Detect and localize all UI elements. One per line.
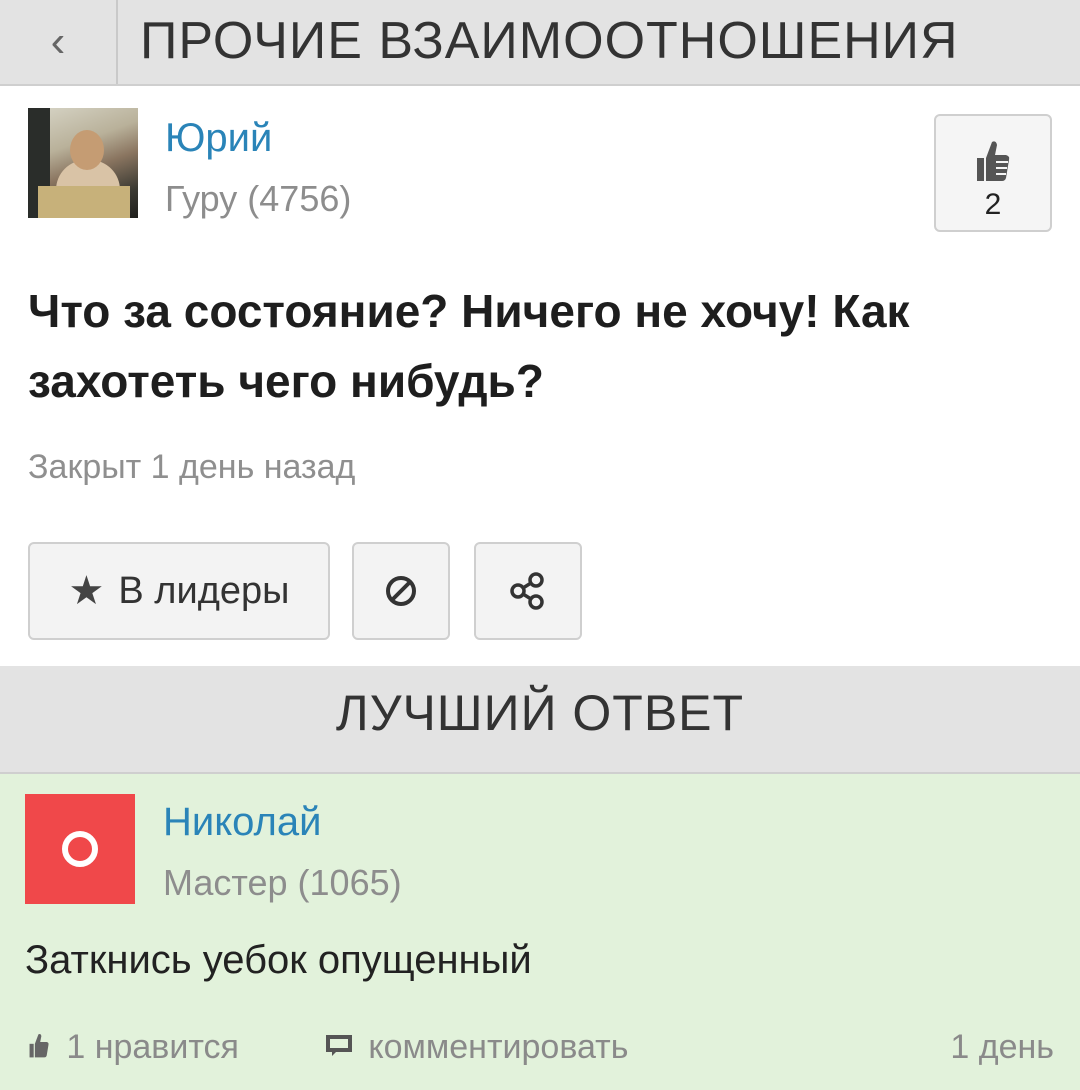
answerer-rank: Мастер (1065): [163, 862, 402, 903]
question-text: Что за состояние? Ничего не хочу! Как за…: [28, 285, 910, 407]
ok-logo-icon: [62, 831, 98, 867]
chevron-left-icon: ‹: [50, 17, 66, 66]
comment-button[interactable]: комментировать: [326, 1028, 628, 1067]
answerer-name-link[interactable]: Николай: [163, 800, 321, 845]
like-count: 2: [984, 188, 1002, 221]
report-button[interactable]: [352, 542, 450, 640]
author-rank: Гуру (4756): [165, 178, 352, 219]
author-name-link[interactable]: Юрий: [165, 116, 272, 161]
to-leaders-button[interactable]: ★ В лидеры: [28, 542, 330, 640]
category-title: ПРОЧИЕ ВЗАИМООТНОШЕНИЯ: [140, 12, 959, 70]
answer-text: Заткнись уебок опущенный: [25, 938, 532, 982]
back-button[interactable]: ‹: [0, 0, 118, 84]
best-answer-header: ЛУЧШИЙ ОТВЕТ: [0, 666, 1080, 774]
question-like-button[interactable]: 2: [934, 114, 1052, 232]
avatar[interactable]: [28, 108, 138, 218]
answer-like-label: 1 нравится: [66, 1028, 239, 1066]
thumbs-up-icon: [28, 1032, 58, 1065]
comment-icon: [326, 1032, 360, 1065]
share-button[interactable]: [474, 542, 582, 640]
answerer-avatar[interactable]: [25, 794, 135, 904]
thumbs-up-icon: [936, 138, 1050, 193]
comment-label: комментировать: [368, 1028, 629, 1066]
question-status: Закрыт 1 день назад: [28, 448, 356, 486]
share-icon: [510, 572, 544, 610]
best-answer-title: ЛУЧШИЙ ОТВЕТ: [335, 685, 745, 741]
to-leaders-label: В лидеры: [118, 569, 290, 612]
star-icon: ★: [68, 569, 105, 613]
top-bar: ‹ ПРОЧИЕ ВЗАИМООТНОШЕНИЯ: [0, 0, 1080, 86]
block-icon: [386, 576, 416, 606]
answer-time: 1 день: [950, 1028, 1054, 1066]
answer-like-button[interactable]: 1 нравится: [28, 1028, 239, 1067]
